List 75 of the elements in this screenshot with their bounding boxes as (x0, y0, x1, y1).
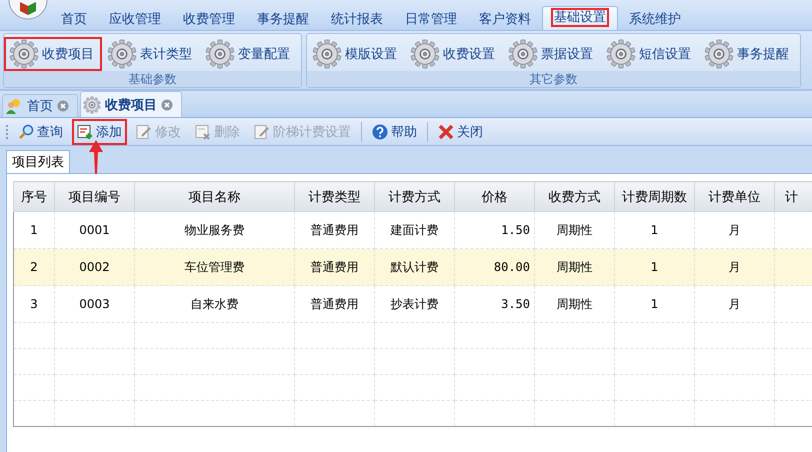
gear-icon (107, 38, 137, 68)
gear-icon (606, 38, 636, 68)
group-label: 基础参数 (4, 71, 301, 87)
table-cell: 周期性 (534, 286, 614, 322)
column-header: 收费方式 (534, 182, 614, 212)
menu-tab[interactable]: 事务提醒 (246, 8, 320, 30)
table-cell: 周期性 (534, 248, 614, 286)
table-cell: 月 (694, 248, 774, 286)
table-cell: 1 (614, 248, 694, 286)
table-cell: 月 (694, 286, 774, 322)
column-header: 序号 (14, 182, 54, 212)
toolbar-button[interactable]: 添加 (72, 118, 127, 144)
menu-tab[interactable]: 首页 (50, 8, 98, 30)
toolbar-button[interactable]: 帮助 (367, 118, 422, 144)
table-cell: 0003 (54, 286, 134, 322)
column-header: 项目名称 (134, 182, 294, 212)
table-cell: 车位管理费 (134, 248, 294, 286)
gear-icon (83, 96, 101, 114)
column-header: 项目编号 (54, 182, 134, 212)
gear-icon (508, 38, 538, 68)
table-cell: 3.50 (454, 286, 534, 322)
menu-tab[interactable]: 日常管理 (394, 8, 468, 30)
table-cell: 抄表计费 (374, 286, 454, 322)
ribbon-button[interactable]: 票据设置 (503, 36, 601, 70)
document-tab[interactable]: 收费项目 (80, 91, 182, 117)
gear-icon (205, 38, 235, 68)
ribbon-button[interactable]: 短信设置 (601, 36, 699, 70)
menu-tab[interactable]: 收费管理 (172, 8, 246, 30)
table-row[interactable]: 3 0003 自来水费 普通费用 抄表计费 3.50 周期性 1 月 (14, 286, 812, 322)
table-row[interactable]: 2 0002 车位管理费 普通费用 默认计费 80.00 周期性 1 月 (14, 248, 812, 286)
column-header: 计 (774, 182, 812, 212)
annotation-arrow (88, 140, 104, 174)
column-header: 计费方式 (374, 182, 454, 212)
search-icon (18, 124, 34, 140)
column-header: 计费单位 (694, 182, 774, 212)
toolbar-button[interactable]: 查询 (13, 118, 68, 144)
table-cell: 普通费用 (294, 286, 374, 322)
close-icon (438, 124, 454, 140)
close-icon[interactable] (57, 100, 69, 112)
menu-tab[interactable]: 系统维护 (618, 8, 692, 30)
edit-icon (254, 124, 270, 140)
ribbon-button[interactable]: 收费设置 (405, 36, 503, 70)
table-cell: 1 (614, 286, 694, 322)
menu-tab[interactable]: 客户资料 (468, 8, 542, 30)
group-label: 其它参数 (307, 71, 800, 87)
menu-tab[interactable]: 基础设置 (542, 6, 618, 30)
add-icon (77, 124, 93, 140)
edit-icon (136, 124, 152, 140)
table-cell: 默认计费 (374, 248, 454, 286)
document-tab[interactable]: 首页 (2, 94, 78, 117)
subtab[interactable]: 项目列表 (6, 150, 70, 173)
people-icon (5, 98, 23, 114)
column-header: 计费类型 (294, 182, 374, 212)
close-icon[interactable] (161, 98, 173, 110)
gear-icon (312, 38, 342, 68)
toolbar-button[interactable]: 关闭 (433, 118, 488, 144)
ribbon-button[interactable]: 变量配置 (200, 36, 298, 70)
ribbon-button[interactable]: 事务提醒 (699, 36, 797, 70)
column-header: 计费周期数 (614, 182, 694, 212)
menu-tab[interactable]: 统计报表 (320, 8, 394, 30)
table-cell: 0002 (54, 248, 134, 286)
column-header: 价格 (454, 182, 534, 212)
gear-icon (410, 38, 440, 68)
table-cell: 80.00 (454, 248, 534, 286)
menu-tab[interactable]: 应收管理 (98, 8, 172, 30)
ribbon-button[interactable]: 模版设置 (307, 36, 405, 70)
gear-icon (704, 38, 734, 68)
delete-icon (195, 124, 211, 140)
table-cell: 普通费用 (294, 248, 374, 286)
table-cell: 3 (14, 286, 54, 322)
ribbon-button[interactable]: 表计类型 (102, 36, 200, 70)
table-cell: 自来水费 (134, 286, 294, 322)
table-cell: 2 (14, 248, 54, 286)
gear-icon (9, 38, 39, 68)
help-icon (372, 124, 388, 140)
